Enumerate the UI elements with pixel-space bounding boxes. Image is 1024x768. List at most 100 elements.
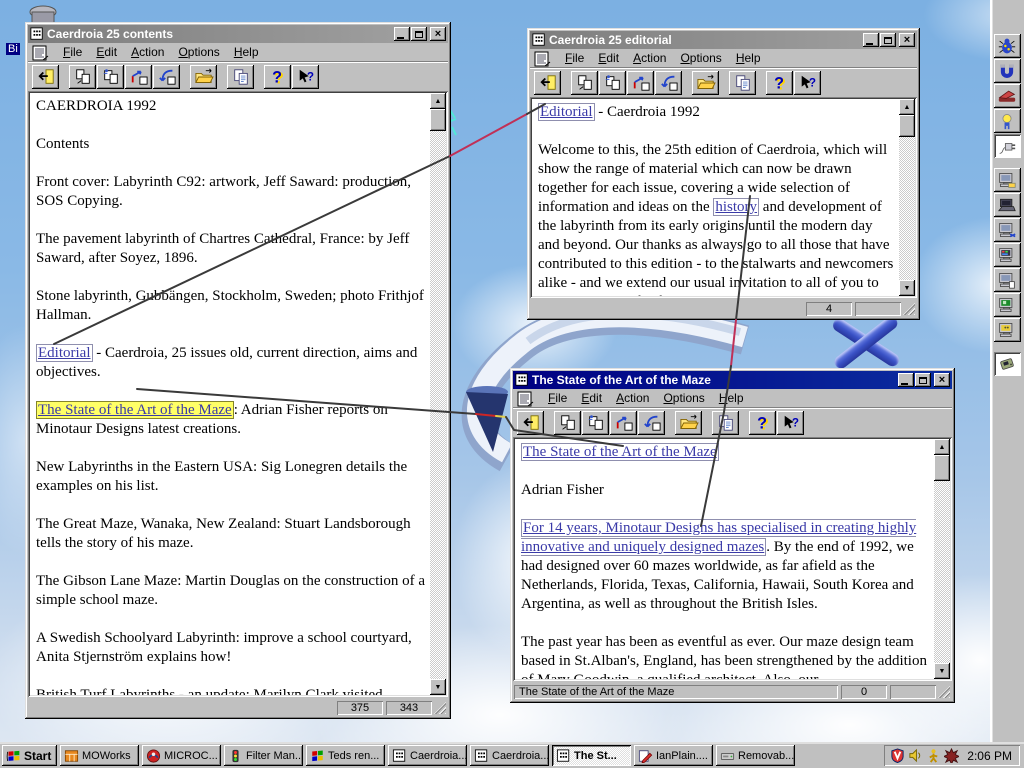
menu-item-help[interactable]: Help	[227, 43, 266, 61]
maximize-button[interactable]	[915, 373, 931, 387]
scroll-up-arrow[interactable]: ▲	[430, 93, 446, 109]
menu-item-options[interactable]: Options	[656, 389, 711, 407]
menu-item-help[interactable]: Help	[729, 49, 768, 67]
hyperlink[interactable]: Editorial	[36, 344, 93, 362]
vertical-scrollbar[interactable]: ▲ ▼	[430, 93, 446, 695]
toolbar-paste-document-button[interactable]	[97, 64, 124, 89]
toolbar-copy-document-button[interactable]	[571, 70, 598, 95]
taskbar-button-removab-[interactable]: Removab...	[716, 745, 795, 766]
resize-grip[interactable]	[903, 303, 915, 315]
scroll-down-arrow[interactable]: ▼	[934, 663, 950, 679]
hyperlink[interactable]: history	[713, 198, 760, 216]
toolbar-copy-document-button[interactable]	[554, 410, 581, 435]
toolbar-help-button[interactable]: ??	[766, 70, 793, 95]
toolbar-open-folder-button[interactable]	[692, 70, 719, 95]
resize-grip[interactable]	[434, 702, 446, 714]
toolbar-context-help-button[interactable]: ?	[777, 410, 804, 435]
toolbar-help-button[interactable]: ??	[749, 410, 776, 435]
side-tool-computer-document-tool-button[interactable]	[993, 268, 1021, 292]
vertical-scrollbar[interactable]: ▲ ▼	[899, 99, 915, 296]
toolbar-context-help-button[interactable]: ?	[292, 64, 319, 89]
toolbar-exit-door-button[interactable]	[32, 64, 59, 89]
taskbar-button-teds-ren-[interactable]: Teds ren...	[306, 745, 385, 766]
side-tool-computer-link-tool-button[interactable]	[993, 218, 1021, 242]
taskbar-button-caerdroia-[interactable]: Caerdroia...	[388, 745, 467, 766]
scroll-thumb[interactable]	[430, 109, 446, 131]
scroll-down-arrow[interactable]: ▼	[899, 280, 915, 296]
hyperlink[interactable]: Editorial	[538, 103, 595, 121]
menu-item-action[interactable]: Action	[626, 49, 673, 67]
taskbar-button-ianplain-[interactable]: IanPlain....	[634, 745, 713, 766]
recycle-bin-label[interactable]: Bi	[6, 43, 20, 55]
toolbar-follow-link-button[interactable]	[610, 410, 637, 435]
menu-item-edit[interactable]: Edit	[574, 389, 609, 407]
taskbar-button-the-st-[interactable]: The St...	[552, 745, 631, 766]
start-button[interactable]: Start	[2, 745, 57, 766]
side-tool-computer-disk-tool-button[interactable]	[993, 168, 1021, 192]
toolbar-follow-link-button[interactable]	[627, 70, 654, 95]
hyperlink[interactable]: The State of the Art of the Maze	[36, 401, 234, 419]
taskbar-button-microc-[interactable]: MICROC...	[142, 745, 221, 766]
menu-item-options[interactable]: Options	[171, 43, 226, 61]
menu-item-edit[interactable]: Edit	[89, 43, 124, 61]
toolbar-copy-pages-button[interactable]	[227, 64, 254, 89]
taskbar-button-caerdroia-[interactable]: Caerdroia...	[470, 745, 549, 766]
virus-flower-icon[interactable]	[944, 748, 960, 763]
menu-item-action[interactable]: Action	[124, 43, 171, 61]
titlebar[interactable]: Caerdroia 25 contents ×	[28, 25, 448, 43]
side-tool-cord-plug-tool-button[interactable]	[993, 134, 1021, 158]
side-tool-magnet-tool-button[interactable]	[993, 59, 1021, 83]
walking-person-icon[interactable]	[926, 748, 941, 763]
toolbar-follow-link-button[interactable]	[125, 64, 152, 89]
side-tool-bug-tool-button[interactable]	[993, 34, 1021, 58]
menu-item-edit[interactable]: Edit	[591, 49, 626, 67]
side-tool-laptop-tool-button[interactable]	[993, 193, 1021, 217]
scroll-thumb[interactable]	[934, 455, 950, 481]
toolbar-back-link-button[interactable]	[655, 70, 682, 95]
menu-item-options[interactable]: Options	[673, 49, 728, 67]
toolbar-copy-pages-button[interactable]	[729, 70, 756, 95]
toolbar-back-link-button[interactable]	[153, 64, 180, 89]
side-tool-stapler-tool-button[interactable]	[993, 84, 1021, 108]
maximize-button[interactable]	[411, 27, 427, 41]
titlebar[interactable]: The State of the Art of the Maze ×	[513, 371, 952, 389]
toolbar-exit-door-button[interactable]	[517, 410, 544, 435]
hyperlink[interactable]: The State of the Art of the Maze	[521, 443, 719, 461]
toolbar-exit-door-button[interactable]	[534, 70, 561, 95]
titlebar[interactable]: Caerdroia 25 editorial ×	[530, 31, 917, 49]
toolbar-back-link-button[interactable]	[638, 410, 665, 435]
toolbar-help-button[interactable]: ??	[264, 64, 291, 89]
side-tool-computer-screen-green-tool-button[interactable]	[993, 293, 1021, 317]
close-button[interactable]: ×	[934, 373, 950, 387]
taskbar-button-filter-man-[interactable]: Filter Man...	[224, 745, 303, 766]
maximize-button[interactable]	[880, 33, 896, 47]
scroll-up-arrow[interactable]: ▲	[934, 439, 950, 455]
scroll-thumb[interactable]	[899, 115, 915, 137]
volume-icon[interactable]	[908, 748, 923, 763]
minimize-button[interactable]	[898, 373, 914, 387]
toolbar-open-folder-button[interactable]	[675, 410, 702, 435]
side-tool-monitor-media-tool-button[interactable]	[993, 243, 1021, 267]
taskbar-button-moworks[interactable]: MOWorks	[60, 745, 139, 766]
antivirus-shield-icon[interactable]	[890, 748, 905, 763]
scroll-down-arrow[interactable]: ▼	[430, 679, 446, 695]
minimize-button[interactable]	[394, 27, 410, 41]
vertical-scrollbar[interactable]: ▲ ▼	[934, 439, 950, 679]
side-tool-computer-screen-yellow-tool-button[interactable]	[993, 318, 1021, 342]
close-button[interactable]: ×	[430, 27, 446, 41]
minimize-button[interactable]	[863, 33, 879, 47]
toolbar-copy-document-button[interactable]	[69, 64, 96, 89]
menu-item-help[interactable]: Help	[712, 389, 751, 407]
toolbar-paste-document-button[interactable]	[582, 410, 609, 435]
scroll-up-arrow[interactable]: ▲	[899, 99, 915, 115]
menu-item-action[interactable]: Action	[609, 389, 656, 407]
side-tool-handheld-tool-button[interactable]	[993, 352, 1021, 376]
close-button[interactable]: ×	[899, 33, 915, 47]
side-tool-lamp-plug-tool-button[interactable]	[993, 109, 1021, 133]
toolbar-context-help-button[interactable]: ?	[794, 70, 821, 95]
toolbar-open-folder-button[interactable]	[190, 64, 217, 89]
menu-item-file[interactable]: File	[558, 49, 591, 67]
toolbar-copy-pages-button[interactable]	[712, 410, 739, 435]
resize-grip[interactable]	[938, 686, 950, 698]
menu-item-file[interactable]: File	[56, 43, 89, 61]
